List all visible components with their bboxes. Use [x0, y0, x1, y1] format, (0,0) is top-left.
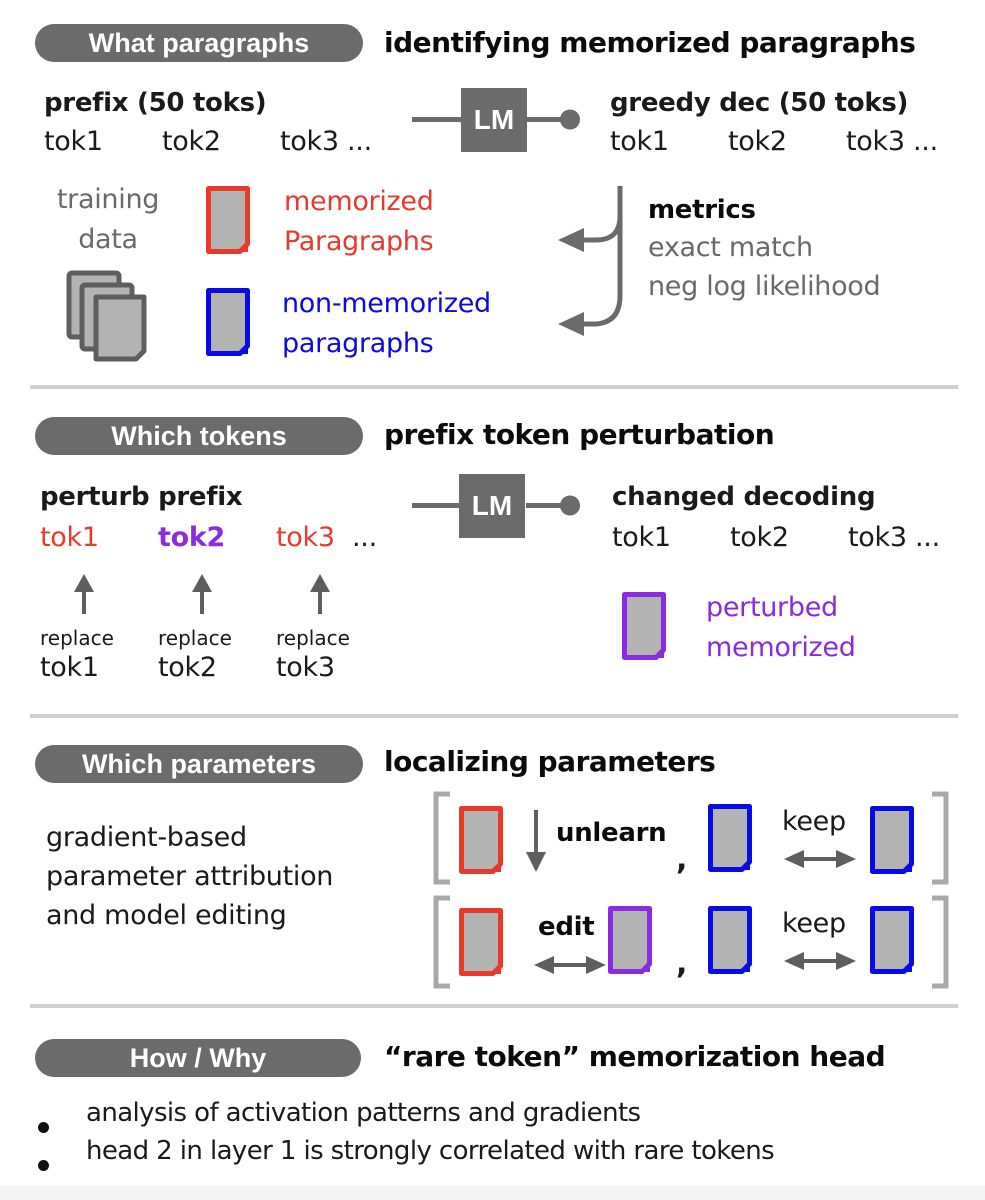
section-heading-rare-token-head: “rare token” memorization head — [384, 1040, 886, 1073]
perturbed-token-2: tok2 — [158, 522, 225, 553]
keep-target-document-icon-1 — [870, 806, 914, 874]
metrics-split-arrow-icon — [558, 186, 623, 336]
metric-exact-match: exact match — [648, 232, 813, 263]
prefix-token-2: tok2 — [162, 126, 221, 157]
keep-source-document-icon-2 — [708, 906, 752, 974]
keep-source-document-icon-1 — [708, 804, 752, 872]
perturbed-ellipsis: ... — [352, 522, 377, 553]
section-divider-1 — [30, 385, 958, 389]
unlearn-memorized-document-icon — [459, 806, 503, 874]
output-token-2: tok2 — [728, 126, 787, 157]
training-data-line-2: data — [78, 224, 138, 255]
bullet-icon-1 — [38, 1122, 49, 1133]
perturbed-token-1: tok1 — [40, 522, 99, 553]
non-memorized-paragraphs-label: non-memorized paragraphs — [282, 284, 491, 364]
training-data-label: training data — [48, 180, 168, 260]
perturbed-memorized-document-icon — [622, 592, 666, 660]
description-line-1: gradient-based — [46, 822, 247, 853]
replace-label-1: replace — [40, 626, 114, 650]
memorized-paragraphs-label: memorized Paragraphs — [284, 182, 434, 262]
training-data-documents-icon — [66, 270, 147, 362]
section-divider-2 — [30, 714, 958, 718]
section-divider-3 — [30, 1004, 958, 1008]
perturbed-memorized-label: perturbed memorized — [706, 588, 856, 668]
section-heading-identifying: identifying memorized paragraphs — [384, 26, 916, 59]
edit-label: edit — [538, 912, 595, 942]
keep-label-2: keep — [782, 908, 846, 939]
replacement-token-1: tok1 — [40, 652, 99, 683]
replace-arrow-2-icon — [192, 574, 212, 614]
row2-separator: , — [676, 946, 688, 981]
output-token-3: tok3 ... — [846, 126, 938, 157]
changed-decoding-label: changed decoding — [612, 482, 876, 512]
metric-neg-log-likelihood: neg log likelihood — [648, 271, 881, 302]
replace-arrow-1-icon — [74, 574, 94, 614]
finding-bullet-2: head 2 in layer 1 is strongly correlated… — [86, 1136, 775, 1166]
description-line-2: parameter attribution — [46, 861, 334, 892]
section-pill-which-parameters: Which parameters — [35, 745, 363, 783]
prefix-token-1: tok1 — [44, 126, 103, 157]
section-pill-what-paragraphs: What paragraphs — [35, 24, 363, 62]
memorized-line-1: memorized — [284, 186, 434, 217]
perturbed-line-2: memorized — [706, 632, 856, 663]
unlearn-down-arrow-icon — [526, 810, 546, 872]
changed-token-3: tok3 ... — [848, 522, 940, 553]
output-token-1: tok1 — [610, 126, 669, 157]
replace-label-3: replace — [276, 626, 350, 650]
replacement-token-2: tok2 — [158, 652, 217, 683]
memorized-line-2: Paragraphs — [284, 226, 434, 257]
non-memorized-document-icon — [206, 288, 250, 356]
parameter-method-description: gradient-based parameter attribution and… — [46, 818, 333, 935]
keep-double-arrow-icon-2 — [784, 952, 856, 970]
keep-target-document-icon-2 — [870, 906, 914, 974]
replace-arrow-3-icon — [310, 574, 330, 614]
language-model-box: LM — [461, 88, 527, 152]
keep-double-arrow-icon-1 — [784, 850, 856, 868]
metrics-title: metrics — [648, 195, 756, 225]
edit-double-arrow-icon — [534, 956, 606, 974]
changed-token-1: tok1 — [612, 522, 671, 553]
bottom-edge — [0, 1186, 985, 1200]
section-heading-localizing: localizing parameters — [384, 745, 716, 778]
keep-label-1: keep — [782, 806, 846, 837]
output-node-icon — [560, 109, 580, 130]
replace-label-2: replace — [158, 626, 232, 650]
output-node-icon — [560, 495, 580, 516]
section-pill-how-why: How / Why — [35, 1039, 361, 1077]
non-memorized-line-2: paragraphs — [282, 328, 434, 359]
perturb-prefix-label: perturb prefix — [40, 482, 243, 512]
non-memorized-line-1: non-memorized — [282, 288, 491, 319]
description-line-3: and model editing — [46, 900, 287, 931]
row1-separator: , — [676, 842, 688, 877]
edit-perturbed-document-icon — [608, 906, 652, 974]
language-model-box-2: LM — [459, 474, 525, 538]
perturbed-line-1: perturbed — [706, 592, 838, 623]
unlearn-label: unlearn — [556, 818, 667, 848]
memorized-document-icon — [206, 186, 250, 254]
section-pill-which-tokens: Which tokens — [35, 417, 363, 455]
edit-memorized-document-icon — [459, 908, 503, 976]
finding-bullet-1: analysis of activation patterns and grad… — [86, 1098, 641, 1128]
training-data-line-1: training — [56, 184, 160, 215]
prefix-label: prefix (50 toks) — [44, 88, 267, 118]
section-heading-prefix-perturbation: prefix token perturbation — [384, 418, 775, 451]
bullet-icon-2 — [38, 1160, 49, 1171]
prefix-token-3: tok3 ... — [280, 126, 372, 157]
perturbed-token-3: tok3 — [276, 522, 335, 553]
replacement-token-3: tok3 — [276, 652, 335, 683]
greedy-decoding-label: greedy dec (50 toks) — [610, 88, 909, 118]
changed-token-2: tok2 — [730, 522, 789, 553]
